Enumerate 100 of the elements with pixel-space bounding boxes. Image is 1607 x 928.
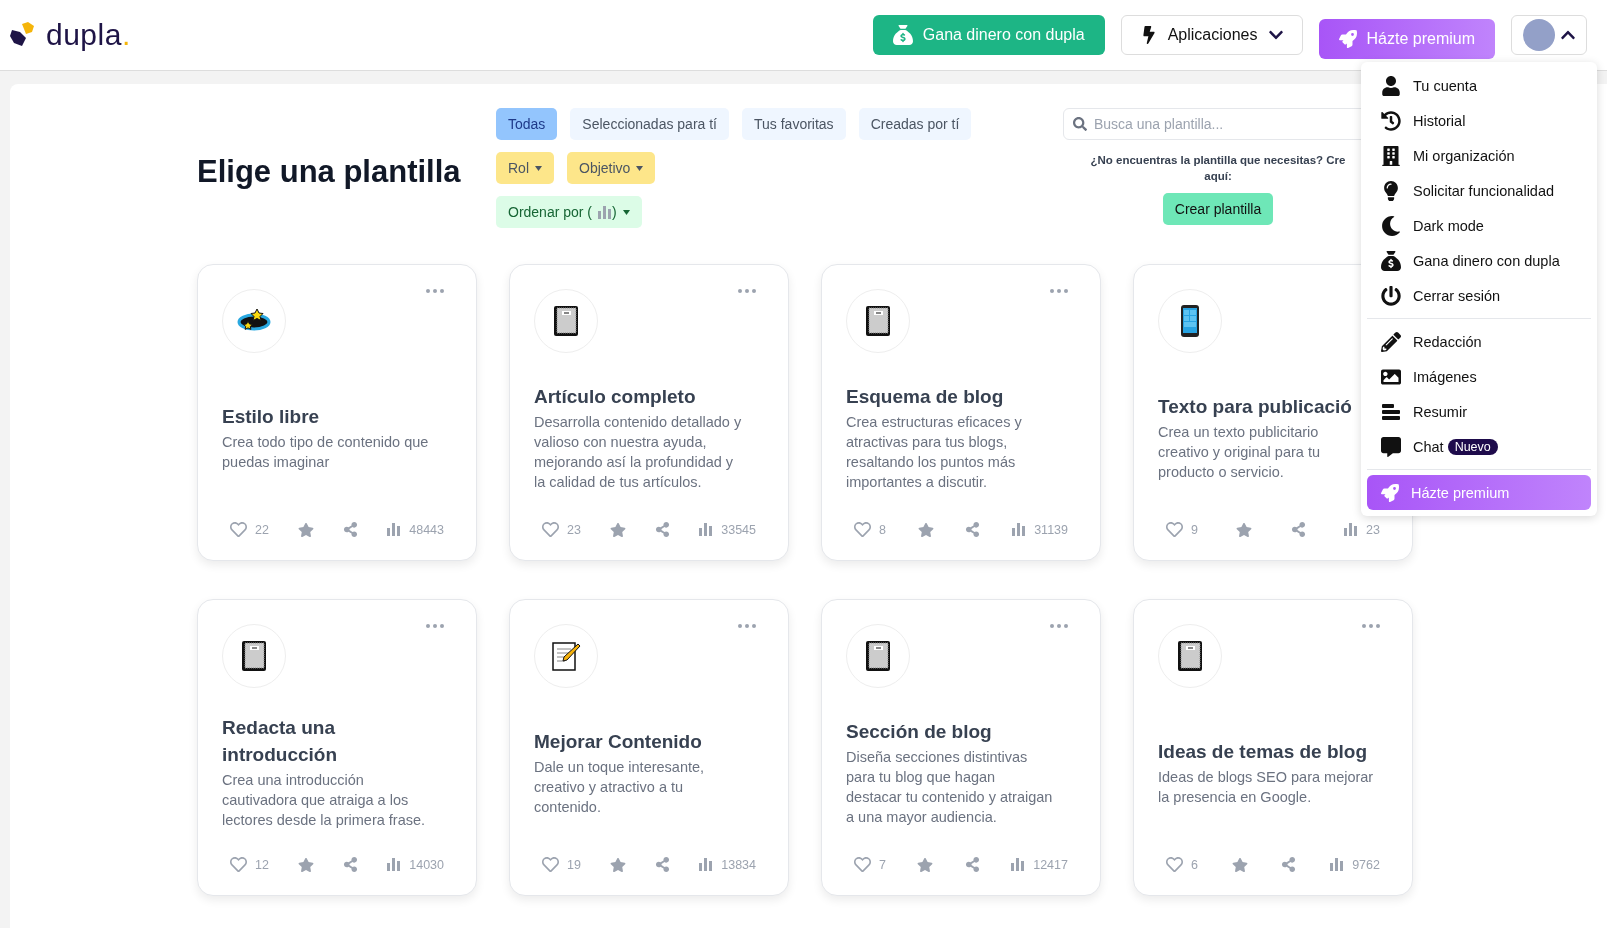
star-icon[interactable] [610, 521, 626, 538]
bar-chart-icon [1012, 523, 1027, 536]
template-card[interactable]: Artículo completo Desarrolla contenido detallado y valioso con nuestra ayuda, mejorando así la profundidad y la calidad de tus artículos. 23 33545 [509, 264, 789, 561]
account-button[interactable] [1511, 15, 1587, 55]
money-bag-icon [892, 25, 913, 45]
heart-icon[interactable] [230, 521, 247, 538]
star-icon[interactable] [917, 521, 934, 538]
filter-tab[interactable]: Seleccionadas para tí [570, 108, 729, 140]
history-icon [1381, 110, 1401, 131]
filter-dropdown[interactable]: Rol [496, 152, 554, 184]
new-badge: Nuevo [1447, 438, 1498, 455]
notebook-icon [553, 305, 579, 337]
menu-item[interactable]: Dark mode [1367, 208, 1591, 243]
heart-icon[interactable] [1166, 856, 1183, 873]
card-description: Crea todo tipo de contenido que puedas imaginar [222, 432, 430, 472]
like-count: 12 [255, 857, 269, 872]
bar-chart-icon [699, 858, 714, 871]
rocket-icon [1381, 483, 1399, 502]
pencil-icon [1381, 331, 1401, 352]
template-card[interactable]: Mejorar Contenido Dale un toque interesante, creativo y atractivo a tu contenido. 19 13834 [509, 599, 789, 896]
heart-icon[interactable] [230, 856, 247, 873]
filter-dropdown[interactable]: Objetivo [567, 152, 656, 184]
like-count: 7 [879, 857, 886, 872]
card-description: Crea un texto publicitario creativo y original para tu producto o servicio. [1158, 422, 1321, 482]
heart-icon[interactable] [1166, 521, 1183, 538]
share-icon[interactable] [1281, 857, 1297, 872]
caret-icon [622, 209, 630, 215]
card-description: Crea una introducción cautivadora que atraiga a los lectores desde la primera frase. [222, 771, 427, 830]
menu-item[interactable]: Tu cuenta [1367, 68, 1591, 103]
like-count: 23 [567, 522, 581, 537]
caret-icon [535, 165, 542, 171]
card-title: Texto para publicació [1158, 394, 1353, 419]
view-count: 48443 [409, 522, 444, 537]
star-icon[interactable] [917, 856, 934, 873]
view-count: 31139 [1034, 522, 1068, 537]
heart-icon[interactable] [542, 856, 559, 873]
bar-chart-icon [1330, 858, 1345, 871]
sort-dropdown[interactable]: Ordenar por ( ) [496, 196, 642, 228]
menu-label: Gana dinero con dupla [1413, 252, 1560, 269]
notebook-icon [1177, 640, 1203, 672]
menu-label: Tu cuenta [1413, 77, 1477, 94]
filter-tab[interactable]: Todas [496, 108, 558, 140]
share-icon[interactable] [964, 857, 980, 872]
share-icon[interactable] [965, 522, 981, 537]
like-count: 8 [879, 522, 886, 537]
view-count: 23 [1366, 522, 1380, 537]
share-icon[interactable] [655, 522, 671, 537]
share-icon[interactable] [1290, 522, 1306, 537]
heart-icon[interactable] [854, 856, 871, 873]
view-count: 33545 [721, 522, 756, 537]
avatar [1522, 19, 1555, 51]
search-icon [1073, 117, 1087, 131]
card-title: Redacta una introducción [222, 716, 339, 767]
filter-tab[interactable]: Creadas por tí [858, 108, 972, 140]
star-icon[interactable] [298, 521, 314, 538]
view-count: 12417 [1033, 857, 1068, 872]
card-description: Diseña secciones distintivas para tu blog que hagan destacar tu contenido y atraigan a una mayor audiencia. [846, 747, 1054, 827]
heart-icon[interactable] [854, 521, 871, 538]
menu-item[interactable]: Mi organización [1367, 138, 1591, 173]
template-card[interactable]: Redacta una introducción Crea una introducción cautivadora que atraiga a los lectores desde la primera frase. 12 14030 [197, 599, 477, 896]
menu-label: Cerrar sesión [1413, 287, 1501, 304]
menu-label: Chat [1413, 438, 1444, 455]
star-icon[interactable] [610, 856, 626, 873]
menu-label: Redacción [1413, 333, 1482, 350]
template-card[interactable]: Sección de blog Diseña secciones distintivas para tu blog que hagan destacar tu contenido y atraigan a una mayor audiencia. 7 12417 [821, 599, 1101, 896]
menu-label: Solicitar funcionalidad [1413, 182, 1555, 199]
card-title: Sección de blog [846, 719, 993, 744]
share-icon[interactable] [343, 522, 359, 537]
bar-chart-icon [1344, 523, 1359, 536]
summary-icon [1381, 401, 1401, 422]
menu-label: Mi organización [1413, 147, 1515, 164]
card-title: Esquema de blog [846, 384, 1005, 409]
premium-menu-button[interactable]: Házte premium [1367, 475, 1591, 510]
template-card[interactable]: Esquema de blog Crea estructuras eficaces y atractivas para tus blogs, resaltando los puntos más importantes a discutir. 8 31139 [821, 264, 1101, 561]
view-count: 9762 [1352, 857, 1380, 872]
bar-chart-icon [387, 523, 402, 536]
like-count: 9 [1191, 522, 1198, 537]
template-card[interactable]: Ideas de temas de blog Ideas de blogs SEO para mejorar la presencia en Google. 6 9762 [1133, 599, 1413, 896]
star-icon[interactable] [1231, 856, 1248, 873]
template-card[interactable]: Estilo libre Crea todo tipo de contenido que puedas imaginar 22 48443 [197, 264, 477, 561]
page-title: Elige una plantilla [197, 154, 462, 190]
power-icon [1381, 285, 1401, 306]
share-icon[interactable] [655, 857, 671, 872]
star-icon[interactable] [1236, 521, 1253, 538]
logo-text: dupla. [46, 18, 131, 52]
create-template-button[interactable]: Crear plantilla [1162, 193, 1274, 225]
apps-dropdown[interactable]: Aplicaciones [1120, 15, 1303, 55]
share-icon[interactable] [343, 857, 359, 872]
notebook-icon [241, 640, 267, 672]
hint-text: ¿No encuentras la plantilla que necesitas? Cre aquí: [1090, 153, 1346, 184]
menu-item[interactable]: Solicitar funcionalidad [1367, 173, 1591, 208]
caret-icon [636, 165, 644, 171]
card-description: Desarrolla contenido detallado y valioso con nuestra ayuda, mejorando así la profundidad y la calidad de tus artículos. [534, 412, 743, 492]
star-icon[interactable] [298, 856, 314, 873]
bar-chart-icon [387, 858, 402, 871]
filter-tab[interactable]: Tus favoritas [742, 108, 846, 140]
heart-icon[interactable] [542, 521, 559, 538]
card-title: Artículo completo [534, 384, 697, 409]
like-count: 6 [1191, 857, 1198, 872]
card-description: Crea estructuras eficaces y atractivas para tus blogs, resaltando los puntos más importantes a discutir. [846, 412, 1023, 492]
